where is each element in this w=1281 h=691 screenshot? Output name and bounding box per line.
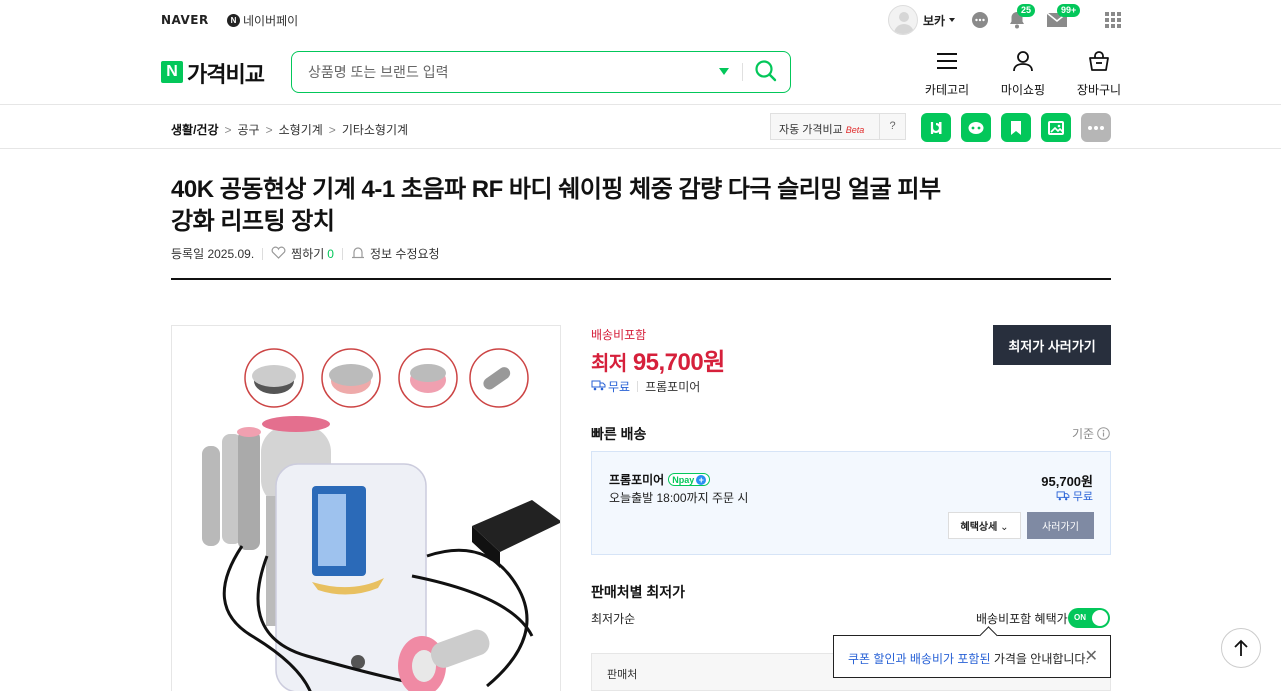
lowest-price: 최저 95,700원 — [591, 349, 725, 376]
price-compare-logo[interactable]: 가격비교 — [187, 57, 265, 89]
nav-category[interactable]: 카테고리 — [924, 50, 970, 98]
avatar[interactable] — [888, 5, 918, 35]
naver-logo[interactable]: NAVER — [161, 13, 209, 27]
top-bar: NAVER N 네이버페이 보카 25 99+ — [0, 0, 1281, 40]
chevron-down-icon: ⌄ — [1000, 522, 1009, 533]
talk-share-icon[interactable] — [961, 113, 991, 142]
breadcrumb-item[interactable]: 소형기계 — [279, 121, 323, 138]
user-menu[interactable]: 보카 — [923, 12, 955, 29]
npay-logo-icon: N — [227, 14, 240, 27]
breadcrumb: 생활/건강 > 공구 > 소형기계 > 기타소형기계 — [171, 121, 409, 138]
info-icon — [1097, 427, 1111, 441]
photo-icon[interactable] — [1041, 113, 1071, 142]
scroll-to-top-button[interactable] — [1221, 628, 1261, 668]
breadcrumb-item[interactable]: 생활/건강 — [171, 121, 219, 138]
delivery-note: 오늘출발 18:00까지 주문 시 — [609, 491, 749, 505]
seller-section-title: 판매처별 최저가 — [591, 584, 686, 600]
bell-icon[interactable]: 25 — [1007, 4, 1036, 35]
npay-plus-badge: Npay + — [668, 473, 711, 486]
edit-request-icon — [351, 246, 365, 262]
auto-compare-button[interactable]: 자동 가격비교 Beta ? — [770, 113, 906, 140]
wish-count: 0 — [327, 246, 334, 261]
wish-button[interactable]: 찜하기 — [291, 245, 324, 262]
page-title: 40K 공동현상 기계 4-1 초음파 RF 바디 쉐이핑 체중 감량 다극 슬… — [171, 176, 941, 235]
attachment-thumbnails — [244, 348, 529, 408]
nav-cart[interactable]: 장바구니 — [1076, 50, 1122, 98]
basket-icon — [1087, 51, 1111, 75]
search-input[interactable] — [308, 62, 708, 82]
notification-badge: 25 — [1017, 4, 1036, 17]
truck-icon — [591, 380, 606, 394]
npay-label: 네이버페이 — [243, 14, 299, 28]
truck-icon — [1056, 491, 1070, 501]
shipping-toggle-label: 배송비포함 혜택가 — [976, 612, 1068, 626]
shipping-included-toggle[interactable]: ON — [1068, 608, 1110, 628]
benefit-detail-button[interactable]: 혜택상세 ⌄ — [948, 512, 1021, 539]
shipping-included-label: 배송비포함 — [591, 328, 647, 342]
nav-cart-label: 장바구니 — [1076, 83, 1122, 97]
mall-name[interactable]: 프롬포미어 — [645, 378, 700, 395]
price-compare-logo-mark[interactable]: N — [161, 61, 183, 83]
person-icon — [1011, 51, 1035, 75]
product-image[interactable] — [171, 325, 561, 691]
breadcrumb-item[interactable]: 기타소형기계 — [342, 121, 408, 138]
blog-icon[interactable] — [921, 113, 951, 142]
breadcrumb-item[interactable]: 공구 — [238, 121, 260, 138]
ship-free: 무료 — [608, 380, 631, 394]
arrow-up-icon — [1234, 639, 1248, 656]
nav-myshopping[interactable]: 마이쇼핑 — [1000, 50, 1046, 98]
bookmark-icon[interactable] — [1001, 113, 1031, 142]
close-icon[interactable]: ✕ — [1085, 646, 1098, 666]
registered-date: 등록일 2025.09. — [171, 247, 255, 261]
more-icon[interactable] — [1081, 113, 1111, 142]
naver-pay-link[interactable]: N 네이버페이 — [227, 12, 298, 29]
help-icon[interactable]: ? — [879, 114, 905, 139]
edit-request-link[interactable]: 정보 수정요청 — [370, 245, 440, 262]
lowest-price-buy-button[interactable]: 최저가 사러가기 — [993, 325, 1111, 365]
search-dropdown-icon[interactable] — [719, 68, 729, 80]
fast-delivery-title: 빠른 배송 — [591, 426, 647, 442]
heart-icon[interactable] — [271, 246, 286, 262]
price-tooltip: 쿠폰 할인과 배송비가 포함된 가격을 안내합니다. ✕ — [833, 635, 1111, 678]
mail-badge: 99+ — [1057, 4, 1081, 17]
fast-mall-name[interactable]: 프롬포미어 — [609, 471, 664, 488]
search-bar — [291, 51, 791, 93]
mail-icon[interactable]: 99+ — [1046, 4, 1081, 35]
search-icon[interactable] — [755, 60, 777, 87]
nav-category-label: 카테고리 — [924, 83, 970, 97]
sort-option[interactable]: 최저가순 — [591, 610, 635, 627]
nav-myshopping-label: 마이쇼핑 — [1000, 83, 1046, 97]
product-meta: 등록일 2025.09. 찜하기 0 정보 수정요청 — [171, 245, 440, 262]
talk-icon[interactable] — [970, 10, 990, 35]
fast-delivery-card: 프롬포미어 Npay + 오늘출발 18:00까지 주문 시 95,700원 무료… — [591, 451, 1111, 555]
fast-buy-button[interactable]: 사러가기 — [1027, 512, 1094, 539]
shipping-info: 무료 프롬포미어 — [591, 378, 700, 395]
apps-grid-icon[interactable] — [1105, 12, 1121, 33]
fast-ship: 무료 — [1056, 488, 1093, 504]
menu-icon — [935, 53, 959, 75]
standard-info[interactable]: 기준 — [1072, 425, 1111, 442]
